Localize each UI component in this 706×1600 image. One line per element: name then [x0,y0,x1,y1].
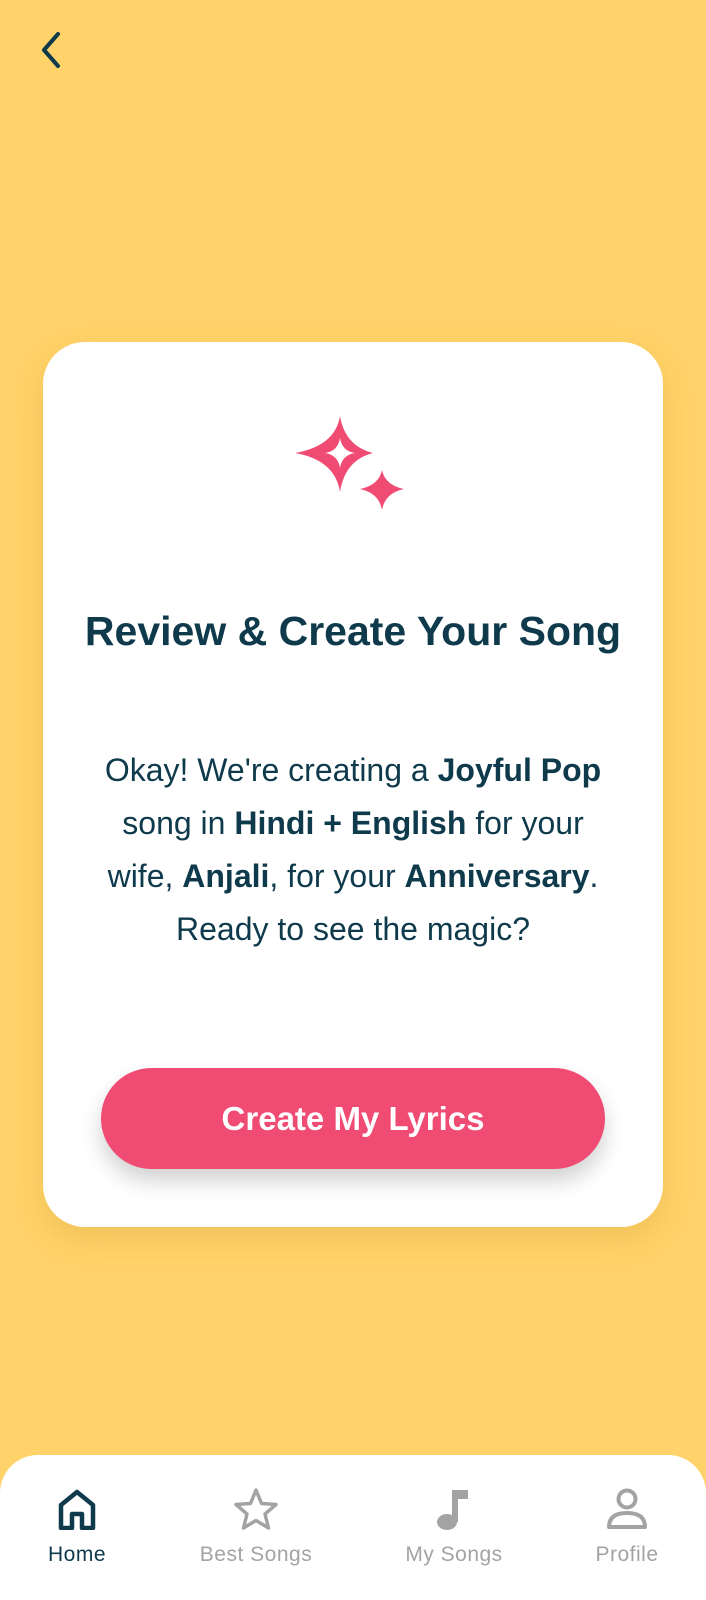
song-language: Hindi + English [234,805,467,841]
song-summary: Okay! We're creating a Joyful Pop song i… [104,752,602,947]
nav-item-home[interactable]: Home [37,1455,117,1600]
review-card: Review & Create Your Song Okay! We're cr… [43,342,663,1227]
recipient-name: Anjali [182,858,270,894]
music-note-icon [437,1490,468,1530]
nav-item-my-songs[interactable]: My Songs [398,1455,510,1600]
occasion: Anniversary [404,858,590,894]
chevron-left-icon [42,32,60,68]
star-icon [234,1488,278,1530]
home-icon [58,1489,96,1530]
nav-item-best-songs[interactable]: Best Songs [191,1455,321,1600]
create-lyrics-button[interactable]: Create My Lyrics [101,1068,605,1169]
user-icon [607,1488,647,1529]
nav-item-profile[interactable]: Profile [585,1455,669,1600]
song-style: Joyful Pop [437,752,602,788]
bottom-nav: Home Best Songs My Songs Profile [0,1455,706,1600]
sparkles-icon [295,416,404,510]
back-button[interactable] [30,28,74,72]
page-title: Review & Create Your Song [84,608,622,654]
